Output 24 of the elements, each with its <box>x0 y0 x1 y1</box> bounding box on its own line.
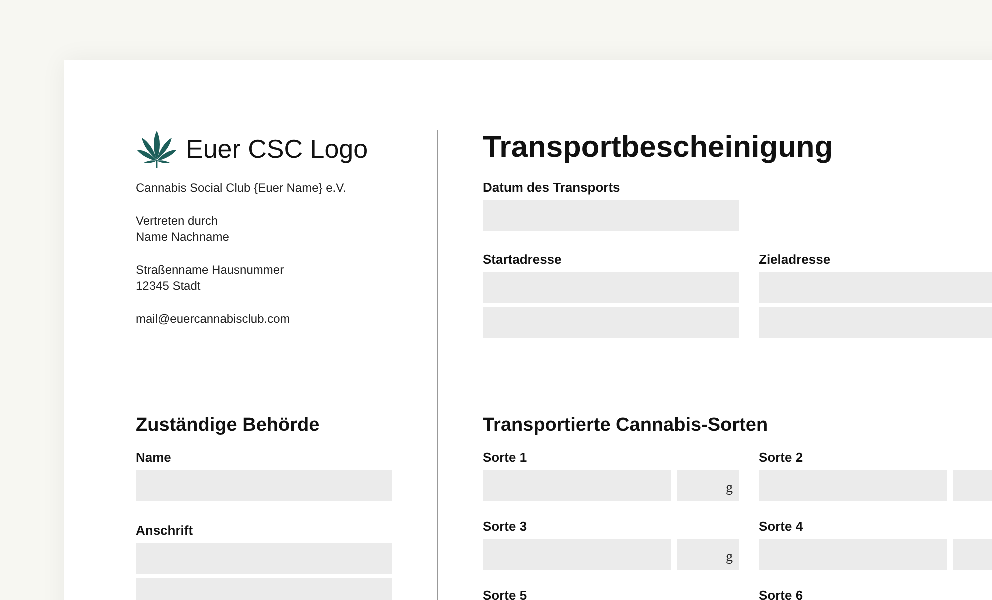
gram-field[interactable]: g <box>677 539 739 570</box>
document-title: Transportbescheinigung <box>483 130 834 166</box>
field-label: Sorte 3 <box>483 519 528 535</box>
field-label: Startadresse <box>483 252 563 268</box>
field-label: Zieladresse <box>759 252 832 268</box>
section-heading: Zuständige Behörde <box>136 414 321 438</box>
address-line: mail@euercannabisclub.com <box>136 311 292 327</box>
field-label: Sorte 1 <box>483 450 528 466</box>
address-line: Name Nachname <box>136 229 230 245</box>
field-label: Anschrift <box>136 523 194 539</box>
gram-field[interactable]: g <box>677 470 739 501</box>
section-heading: Transportierte Cannabis-Sorten <box>483 414 770 438</box>
field-label: Sorte 5 <box>483 588 528 600</box>
club-name: Cannabis Social Club {Euer Name} e.V. <box>136 180 348 196</box>
address-line: Straßenname Hausnummer <box>136 262 286 278</box>
logo-text: Euer CSC Logo <box>186 136 368 162</box>
field-label: Sorte 2 <box>759 450 804 466</box>
field-label: Datum des Transports <box>483 180 622 196</box>
field-label: Sorte 6 <box>759 588 804 600</box>
field-label: Name <box>136 450 172 466</box>
field-label: Sorte 4 <box>759 519 804 535</box>
leaf-icon <box>136 130 178 168</box>
address-line: 12345 Stadt <box>136 278 202 294</box>
address-line: Vertreten durch <box>136 213 220 229</box>
